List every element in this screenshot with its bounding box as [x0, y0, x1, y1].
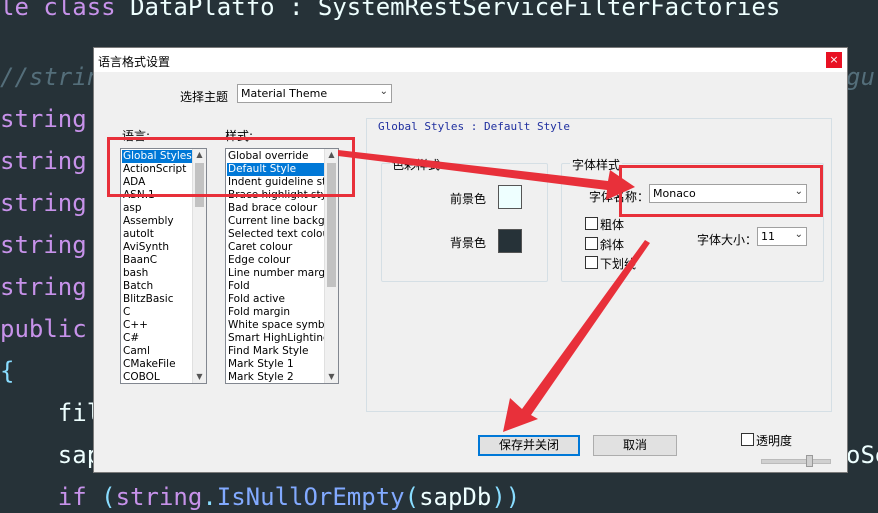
annotation-arrows	[338, 150, 650, 432]
arrow-to-font-icon	[338, 150, 635, 200]
arrow-to-save-icon	[503, 240, 650, 432]
